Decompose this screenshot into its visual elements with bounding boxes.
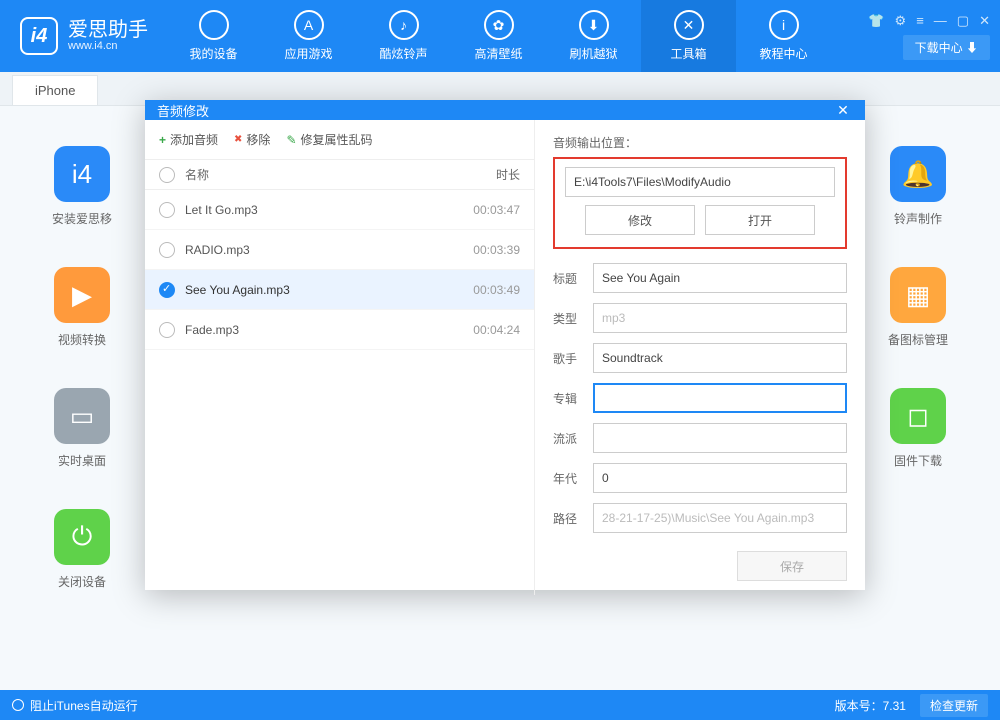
row-checkbox[interactable] bbox=[159, 242, 175, 258]
menu-icon[interactable]: ≡ bbox=[916, 13, 924, 29]
check-update-button[interactable]: 检查更新 bbox=[920, 694, 988, 717]
save-button[interactable]: 保存 bbox=[737, 551, 847, 581]
remove-button[interactable]: 移除 bbox=[234, 131, 270, 148]
close-button[interactable]: ✕ bbox=[979, 13, 990, 29]
row-checkbox[interactable] bbox=[159, 202, 175, 218]
title-input[interactable] bbox=[593, 263, 847, 293]
info-icon: i bbox=[769, 10, 799, 40]
maximize-button[interactable]: ▢ bbox=[957, 13, 969, 29]
tile-desktop[interactable]: ▭实时桌面 bbox=[50, 388, 114, 469]
year-label: 年代 bbox=[553, 470, 593, 487]
artist-label: 歌手 bbox=[553, 350, 593, 367]
tile-ringtone[interactable]: 🔔铃声制作 bbox=[886, 146, 950, 227]
itunes-block-label[interactable]: 阻止iTunes自动运行 bbox=[30, 697, 138, 714]
table-header: 名称 时长 bbox=[145, 160, 534, 190]
tile-video[interactable]: ▶视频转换 bbox=[50, 267, 114, 348]
open-path-button[interactable]: 打开 bbox=[705, 205, 815, 235]
minimize-button[interactable]: — bbox=[934, 13, 947, 29]
list-toolbar: 添加音频 移除 修复属性乱码 bbox=[145, 120, 534, 160]
output-label: 音频输出位置： bbox=[553, 134, 847, 151]
tab-iphone[interactable]: iPhone bbox=[12, 75, 98, 105]
gear-icon[interactable]: ⚙ bbox=[895, 13, 907, 29]
app-icon: A bbox=[294, 10, 324, 40]
cube-icon: ◻ bbox=[890, 388, 946, 444]
grid-icon: ▦ bbox=[890, 267, 946, 323]
tools-icon: ✕ bbox=[674, 10, 704, 40]
genre-input[interactable] bbox=[593, 423, 847, 453]
nav-wallpapers[interactable]: ✿高清壁纸 bbox=[451, 0, 546, 72]
dialog-titlebar: 音频修改 ✕ bbox=[145, 100, 865, 120]
fix-encoding-button[interactable]: 修复属性乱码 bbox=[286, 131, 372, 148]
app-header: i4 爱思助手 www.i4.cn 我的设备 A应用游戏 ♪酷炫铃声 ✿高清壁纸… bbox=[0, 0, 1000, 72]
type-label: 类型 bbox=[553, 310, 593, 327]
nav-ringtones[interactable]: ♪酷炫铃声 bbox=[356, 0, 451, 72]
audio-modify-dialog: 音频修改 ✕ 添加音频 移除 修复属性乱码 名称 时长 Let It Go.mp… bbox=[145, 100, 865, 590]
nav-apps[interactable]: A应用游戏 bbox=[261, 0, 356, 72]
logo: i4 爱思助手 www.i4.cn bbox=[0, 17, 166, 55]
album-label: 专辑 bbox=[553, 390, 593, 407]
nav-tutorials[interactable]: i教程中心 bbox=[736, 0, 831, 72]
main-nav: 我的设备 A应用游戏 ♪酷炫铃声 ✿高清壁纸 ⬇刷机越狱 ✕工具箱 i教程中心 bbox=[166, 0, 831, 72]
download-center-button[interactable]: 下载中心 ⬇ bbox=[903, 35, 990, 60]
play-icon: ▶ bbox=[54, 267, 110, 323]
select-all-checkbox[interactable] bbox=[159, 167, 175, 183]
output-highlight-box: 修改 打开 bbox=[553, 157, 847, 249]
window-controls: 👕 ⚙ ≡ — ▢ ✕ bbox=[868, 13, 990, 29]
nav-toolbox[interactable]: ✕工具箱 bbox=[641, 0, 736, 72]
tile-icons[interactable]: ▦备图标管理 bbox=[886, 267, 950, 348]
modify-path-button[interactable]: 修改 bbox=[585, 205, 695, 235]
version-label: 版本号： bbox=[835, 699, 883, 713]
row-checkbox[interactable] bbox=[159, 322, 175, 338]
image-icon: ✿ bbox=[484, 10, 514, 40]
title-label: 标题 bbox=[553, 270, 593, 287]
box-icon: ⬇ bbox=[579, 10, 609, 40]
nav-my-device[interactable]: 我的设备 bbox=[166, 0, 261, 72]
tile-firmware[interactable]: ◻固件下载 bbox=[886, 388, 950, 469]
row-checkbox[interactable] bbox=[159, 282, 175, 298]
tile-install[interactable]: i4安装爱思移 bbox=[50, 146, 114, 227]
nav-flash[interactable]: ⬇刷机越狱 bbox=[546, 0, 641, 72]
status-icon bbox=[12, 699, 24, 711]
table-row[interactable]: RADIO.mp300:03:39 bbox=[145, 230, 534, 270]
bell-icon: ♪ bbox=[389, 10, 419, 40]
output-path-input[interactable] bbox=[565, 167, 835, 197]
power-icon: ⏻ bbox=[54, 509, 110, 565]
bell-plus-icon: 🔔 bbox=[890, 146, 946, 202]
app-domain: www.i4.cn bbox=[68, 40, 148, 52]
version-value: 7.31 bbox=[883, 699, 906, 713]
artist-input[interactable] bbox=[593, 343, 847, 373]
col-duration: 时长 bbox=[450, 166, 520, 183]
table-row[interactable]: See You Again.mp300:03:49 bbox=[145, 270, 534, 310]
file-path-input bbox=[593, 503, 847, 533]
apple-icon bbox=[199, 10, 229, 40]
dialog-title: 音频修改 bbox=[157, 101, 209, 120]
shirt-icon[interactable]: 👕 bbox=[868, 13, 884, 29]
year-input[interactable] bbox=[593, 463, 847, 493]
dialog-close-button[interactable]: ✕ bbox=[833, 100, 853, 120]
path-label: 路径 bbox=[553, 510, 593, 527]
table-row[interactable]: Fade.mp300:04:24 bbox=[145, 310, 534, 350]
status-bar: 阻止iTunes自动运行 版本号：7.31 检查更新 bbox=[0, 690, 1000, 720]
install-icon: i4 bbox=[54, 146, 110, 202]
logo-icon: i4 bbox=[20, 17, 58, 55]
audio-detail-panel: 音频输出位置： 修改 打开 标题 类型 歌手 专辑 流派 年代 路径 保存 bbox=[535, 120, 865, 595]
monitor-icon: ▭ bbox=[54, 388, 110, 444]
table-row[interactable]: Let It Go.mp300:03:47 bbox=[145, 190, 534, 230]
type-input bbox=[593, 303, 847, 333]
col-name: 名称 bbox=[185, 166, 450, 183]
audio-list-panel: 添加音频 移除 修复属性乱码 名称 时长 Let It Go.mp300:03:… bbox=[145, 120, 535, 595]
add-audio-button[interactable]: 添加音频 bbox=[159, 131, 218, 148]
tile-shutdown[interactable]: ⏻关闭设备 bbox=[50, 509, 114, 590]
genre-label: 流派 bbox=[553, 430, 593, 447]
album-input[interactable] bbox=[593, 383, 847, 413]
app-title: 爱思助手 bbox=[68, 20, 148, 40]
